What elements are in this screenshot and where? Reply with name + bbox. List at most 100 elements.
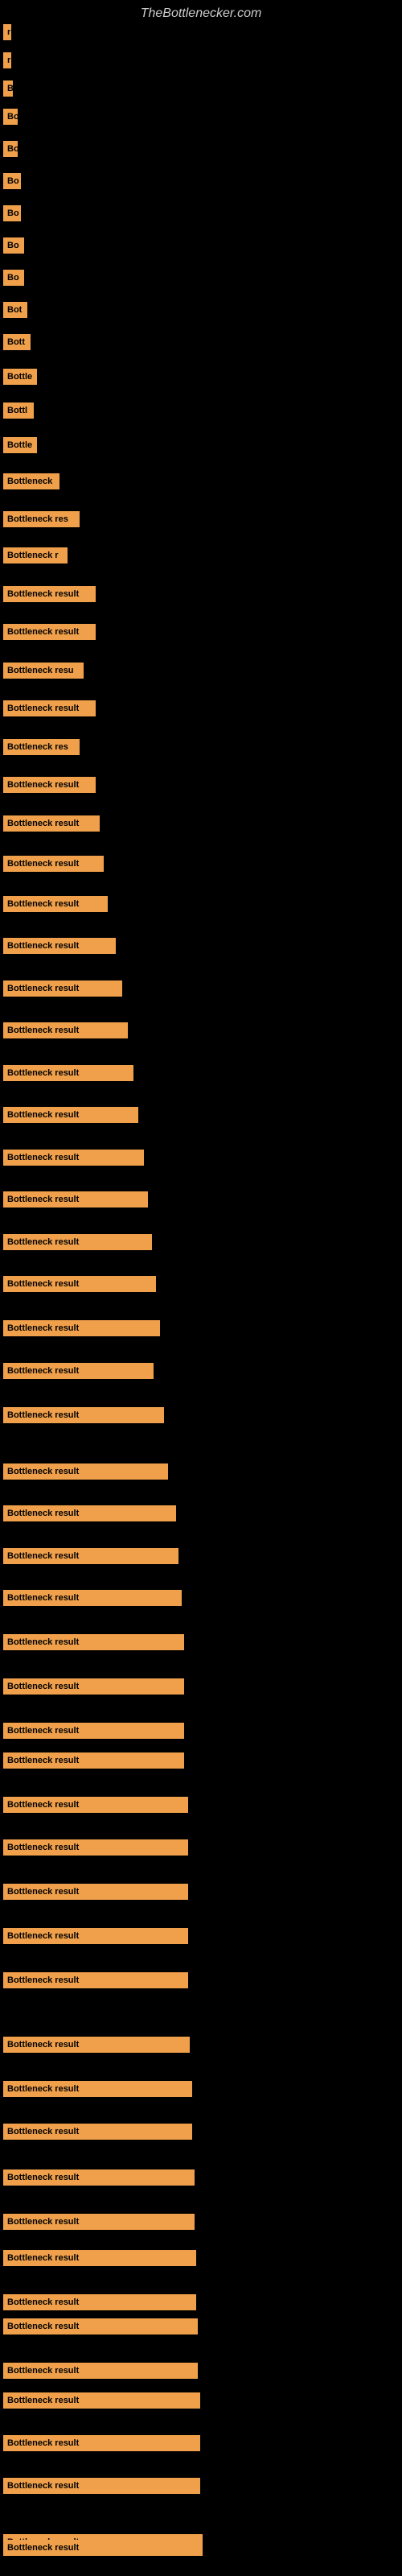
result-label: Bottleneck result (3, 1065, 133, 1081)
result-item: Bottleneck result (3, 1839, 188, 1860)
result-item: Bottleneck result (3, 2294, 196, 2314)
result-label: Bottleneck result (3, 815, 100, 832)
result-item: Bottleneck result (3, 700, 96, 720)
result-item: Bottleneck result (3, 1752, 184, 1773)
result-label: Bottleneck result (3, 2037, 190, 2053)
result-label: Bottleneck result (3, 1191, 148, 1208)
result-label: Bottleneck result (3, 2540, 203, 2556)
result-item: B (3, 80, 13, 101)
result-item: Bottleneck (3, 473, 59, 493)
result-label: Bottleneck result (3, 1107, 138, 1123)
result-item: Bottleneck result (3, 1972, 188, 1992)
result-label: Bottleneck result (3, 777, 96, 793)
result-item: Bo (3, 109, 18, 129)
result-label: Bottleneck result (3, 1320, 160, 1336)
result-item: Bottleneck result (3, 2392, 200, 2413)
result-item: Bottleneck result (3, 896, 108, 916)
site-title: TheBottlenecker.com (0, 0, 402, 24)
result-label: Bottleneck result (3, 700, 96, 716)
result-label: Bottleneck result (3, 2250, 196, 2266)
result-label: Bottleneck result (3, 1548, 178, 1564)
result-label: Bottleneck result (3, 1839, 188, 1856)
result-item: Bottle (3, 369, 37, 389)
result-item: Bott (3, 334, 31, 354)
result-item: Bottleneck result (3, 1505, 176, 1525)
result-item: Bottleneck result (3, 1150, 144, 1170)
result-item: Bottleneck result (3, 1407, 164, 1427)
result-label: Bottleneck result (3, 1150, 144, 1166)
result-item: Bottl (3, 402, 34, 423)
result-label: Bottleneck result (3, 2363, 198, 2379)
result-item: Bottleneck result (3, 1884, 188, 1904)
result-item: Bottleneck result (3, 2478, 200, 2498)
result-label: Bottleneck result (3, 1463, 168, 1480)
result-item: Bottleneck result (3, 586, 96, 606)
result-label: Bottleneck result (3, 1022, 128, 1038)
result-item: Bo (3, 205, 21, 225)
result-item: Bottleneck result (3, 1928, 188, 1948)
result-item: Bottleneck result (3, 1678, 184, 1699)
result-item: Bottleneck result (3, 1065, 133, 1085)
result-label: Bottleneck result (3, 1797, 188, 1813)
result-item: Bottleneck result (3, 1548, 178, 1568)
result-item: Bo (3, 173, 21, 193)
result-label: Bottleneck (3, 473, 59, 489)
result-label: Bottleneck result (3, 1590, 182, 1606)
result-item: Bottleneck result (3, 1463, 168, 1484)
result-label: Bo (3, 237, 24, 254)
result-label: Bottleneck result (3, 1505, 176, 1521)
result-label: Bottleneck result (3, 1972, 188, 1988)
result-label: Bottle (3, 437, 37, 453)
result-item: Bottleneck result (3, 2169, 195, 2190)
result-label: Bottleneck result (3, 1634, 184, 1650)
result-label: Bottleneck result (3, 2318, 198, 2334)
result-item: Bottleneck result (3, 1363, 154, 1383)
result-label: Bottleneck result (3, 1407, 164, 1423)
result-item: Bottleneck result (3, 2124, 192, 2144)
result-item: Bottleneck result (3, 1191, 148, 1212)
result-item: Bottleneck res (3, 511, 80, 531)
result-label: Bottleneck result (3, 1928, 188, 1944)
result-item: Bottleneck result (3, 1590, 182, 1610)
result-label: Bot (3, 302, 27, 318)
result-label: Bottleneck r (3, 547, 68, 564)
result-label: r (3, 52, 11, 68)
result-label: Bottleneck result (3, 1276, 156, 1292)
result-item: Bottleneck result (3, 980, 122, 1001)
result-item: Bottleneck res (3, 739, 80, 759)
result-item: Bottleneck result (3, 1022, 128, 1042)
result-item: Bottleneck result (3, 1797, 188, 1817)
result-label: Bottleneck result (3, 1723, 184, 1739)
result-item: Bottleneck result (3, 815, 100, 836)
result-item: Bottleneck result (3, 2214, 195, 2234)
result-item: Bottleneck r (3, 547, 68, 568)
result-label: Bo (3, 141, 18, 157)
result-label: Bottleneck result (3, 2392, 200, 2409)
result-item: Bottleneck result (3, 777, 96, 797)
result-label: Bottleneck res (3, 739, 80, 755)
result-item: Bottleneck result (3, 938, 116, 958)
result-label: Bo (3, 109, 18, 125)
result-item: Bottleneck result (3, 2037, 190, 2057)
result-item: Bottleneck result (3, 1234, 152, 1254)
result-label: Bottle (3, 369, 37, 385)
result-label: Bottleneck res (3, 511, 80, 527)
result-label: Bottleneck result (3, 938, 116, 954)
result-label: B (3, 80, 13, 97)
result-label: Bottleneck resu (3, 663, 84, 679)
result-item: Bottleneck result (3, 2081, 192, 2101)
result-label: Bottleneck result (3, 586, 96, 602)
result-label: Bottleneck result (3, 624, 96, 640)
result-item: Bo (3, 237, 24, 258)
result-label: Bottleneck result (3, 1234, 152, 1250)
result-label: Bottleneck result (3, 1884, 188, 1900)
result-item: Bottleneck result (3, 624, 96, 644)
result-item: r (3, 24, 11, 44)
result-label: Bottleneck result (3, 896, 108, 912)
result-item: Bottleneck result (3, 2363, 198, 2383)
result-item: Bottleneck result (3, 856, 104, 876)
result-label: Bottleneck result (3, 980, 122, 997)
result-item: r (3, 52, 11, 72)
result-label: Bottleneck result (3, 2124, 192, 2140)
result-item: Bottleneck resu (3, 663, 84, 683)
